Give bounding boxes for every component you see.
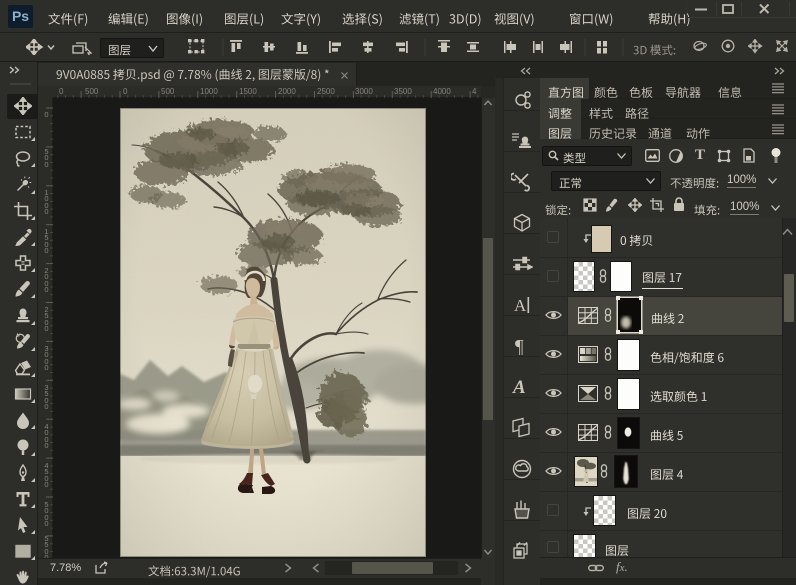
svg-text:A: A bbox=[514, 296, 527, 315]
svg-text:A: A bbox=[512, 377, 526, 398]
svg-text:¶: ¶ bbox=[515, 337, 524, 358]
